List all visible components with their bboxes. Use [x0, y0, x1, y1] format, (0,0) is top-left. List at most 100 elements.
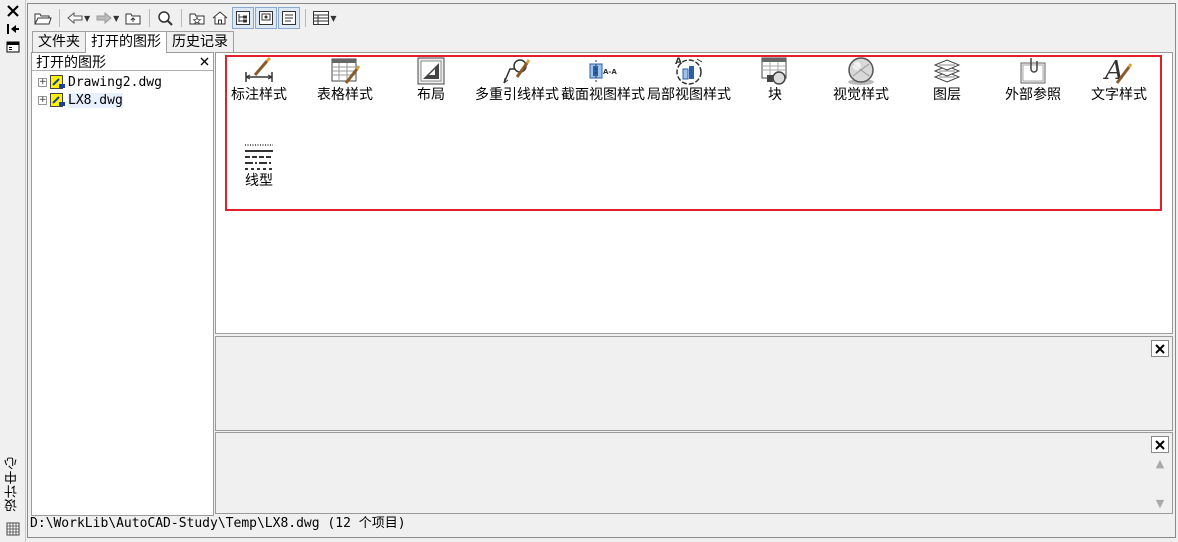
tree-panel-title: 打开的图形	[36, 54, 106, 71]
back-button[interactable]	[64, 7, 86, 29]
description-scrollbar[interactable]: ▲ ▼	[1151, 455, 1169, 513]
views-dropdown-icon[interactable]: ▼	[330, 14, 336, 23]
tab-open-drawings[interactable]: 打开的图形	[85, 31, 167, 53]
dimension-style-icon	[245, 56, 273, 82]
up-button[interactable]	[122, 7, 144, 29]
tree-panel-close-button[interactable]	[200, 54, 209, 70]
forward-button[interactable]	[93, 7, 115, 29]
views-icon	[313, 11, 330, 25]
close-icon	[1155, 343, 1165, 354]
content-item-table-style[interactable]: 表格样式	[302, 55, 388, 102]
block-icon	[761, 57, 787, 85]
design-center-window: ▼ ▼ ▼ 文件夹 打开的图形 历史记录 打开的图形 + Drawing2.dw…	[27, 3, 1176, 538]
tab-strip: 文件夹 打开的图形 历史记录	[32, 31, 234, 53]
load-button[interactable]	[32, 7, 54, 29]
close-icon	[1155, 439, 1165, 450]
content-item-xref[interactable]: 外部参照	[990, 55, 1076, 102]
table-style-icon	[331, 58, 361, 84]
properties-button[interactable]	[4, 39, 22, 55]
favorites-button[interactable]	[186, 7, 208, 29]
toolbar: ▼ ▼ ▼	[32, 6, 339, 30]
content-item-label: 表格样式	[317, 87, 373, 103]
dwg-file-icon	[50, 75, 65, 89]
expand-icon[interactable]: +	[38, 95, 47, 105]
visual-style-icon	[848, 57, 874, 85]
close-icon	[200, 57, 209, 65]
autohide-button[interactable]	[4, 21, 22, 37]
tree-item-drawing2[interactable]: + Drawing2.dwg	[32, 73, 213, 91]
xref-icon	[1020, 58, 1046, 84]
palette-title-strip: 设计中心	[0, 0, 26, 542]
content-item-label: 局部视图样式	[647, 87, 731, 103]
toolbar-separator	[59, 9, 60, 27]
tree-panel: 打开的图形 + Drawing2.dwg + LX8.dwg	[31, 52, 214, 516]
preview-icon	[259, 11, 274, 25]
detail-view-style-icon: A	[675, 57, 703, 85]
tree-view-toggle-button[interactable]	[232, 7, 255, 29]
favorites-icon	[189, 13, 205, 25]
views-button[interactable]	[310, 7, 332, 29]
svg-text:A: A	[1103, 56, 1124, 86]
toolbar-separator	[149, 9, 151, 27]
close-icon	[7, 5, 19, 17]
forward-dropdown-icon[interactable]: ▼	[113, 14, 119, 23]
close-palette-button[interactable]	[4, 3, 22, 19]
content-area: 标注样式 表格样式 布局 多重引线样式 A-A 截面视图样式 A 局部视图样式 …	[215, 52, 1173, 334]
preview-close-button[interactable]	[1151, 340, 1169, 357]
scroll-down-icon[interactable]: ▼	[1151, 495, 1169, 513]
description-toggle-button[interactable]	[278, 7, 301, 29]
status-bar: D:\WorkLib\AutoCAD-Study\Temp\LX8.dwg (1…	[30, 516, 406, 531]
content-item-label: 图层	[933, 87, 961, 103]
tree-panel-header: 打开的图形	[32, 53, 213, 71]
content-item-label: 块	[768, 87, 782, 103]
content-item-multileader-style[interactable]: 多重引线样式	[474, 55, 560, 102]
preview-toggle-button[interactable]	[255, 7, 278, 29]
content-item-label: 布局	[417, 87, 445, 103]
linetype-icon	[245, 144, 273, 170]
back-dropdown-icon[interactable]: ▼	[84, 14, 90, 23]
content-item-label: 外部参照	[1005, 87, 1061, 103]
content-item-dimension-style[interactable]: 标注样式	[216, 55, 302, 102]
content-item-label: 文字样式	[1091, 87, 1147, 103]
content-item-linetype[interactable]: 线型	[216, 141, 302, 188]
content-item-layers[interactable]: 图层	[904, 55, 990, 102]
content-item-block[interactable]: 块	[732, 55, 818, 102]
content-item-section-view-style[interactable]: A-A 截面视图样式	[560, 55, 646, 102]
description-panel: ▲ ▼	[215, 432, 1173, 514]
content-item-label: 截面视图样式	[561, 87, 645, 103]
tree-item-lx8[interactable]: + LX8.dwg	[32, 91, 213, 109]
content-item-layout[interactable]: 布局	[388, 55, 474, 102]
content-item-detail-view-style[interactable]: A 局部视图样式	[646, 55, 732, 102]
tab-history[interactable]: 历史记录	[166, 31, 234, 52]
layout-icon	[417, 57, 445, 85]
svg-text:A-A: A-A	[603, 68, 617, 76]
up-folder-icon	[125, 13, 141, 25]
open-folder-icon	[34, 13, 52, 25]
autohide-icon	[7, 24, 19, 34]
tree-item-label: Drawing2.dwg	[68, 74, 162, 90]
home-button[interactable]	[209, 7, 231, 29]
content-item-label: 多重引线样式	[475, 87, 559, 103]
content-item-text-style[interactable]: A 文字样式	[1076, 55, 1162, 102]
tab-folders[interactable]: 文件夹	[32, 31, 86, 52]
tree-view-icon	[236, 11, 251, 25]
palette-title: 设计中心	[5, 456, 20, 512]
content-item-label: 标注样式	[231, 87, 287, 103]
expand-icon[interactable]: +	[38, 77, 47, 87]
content-item-label: 线型	[245, 173, 273, 189]
content-item-label: 视觉样式	[833, 87, 889, 103]
description-close-button[interactable]	[1151, 436, 1169, 453]
toolbar-separator	[305, 9, 307, 27]
palette-menu-button[interactable]	[4, 521, 22, 537]
forward-arrow-icon	[96, 12, 112, 24]
tree-item-label: LX8.dwg	[68, 92, 123, 108]
grid-icon	[6, 522, 20, 536]
home-icon	[212, 11, 228, 25]
search-button[interactable]	[154, 7, 176, 29]
properties-icon	[6, 41, 20, 53]
content-item-visual-style[interactable]: 视觉样式	[818, 55, 904, 102]
svg-text:A: A	[675, 57, 682, 67]
multileader-style-icon	[503, 59, 531, 84]
scroll-up-icon[interactable]: ▲	[1151, 455, 1169, 473]
search-icon	[158, 11, 174, 26]
